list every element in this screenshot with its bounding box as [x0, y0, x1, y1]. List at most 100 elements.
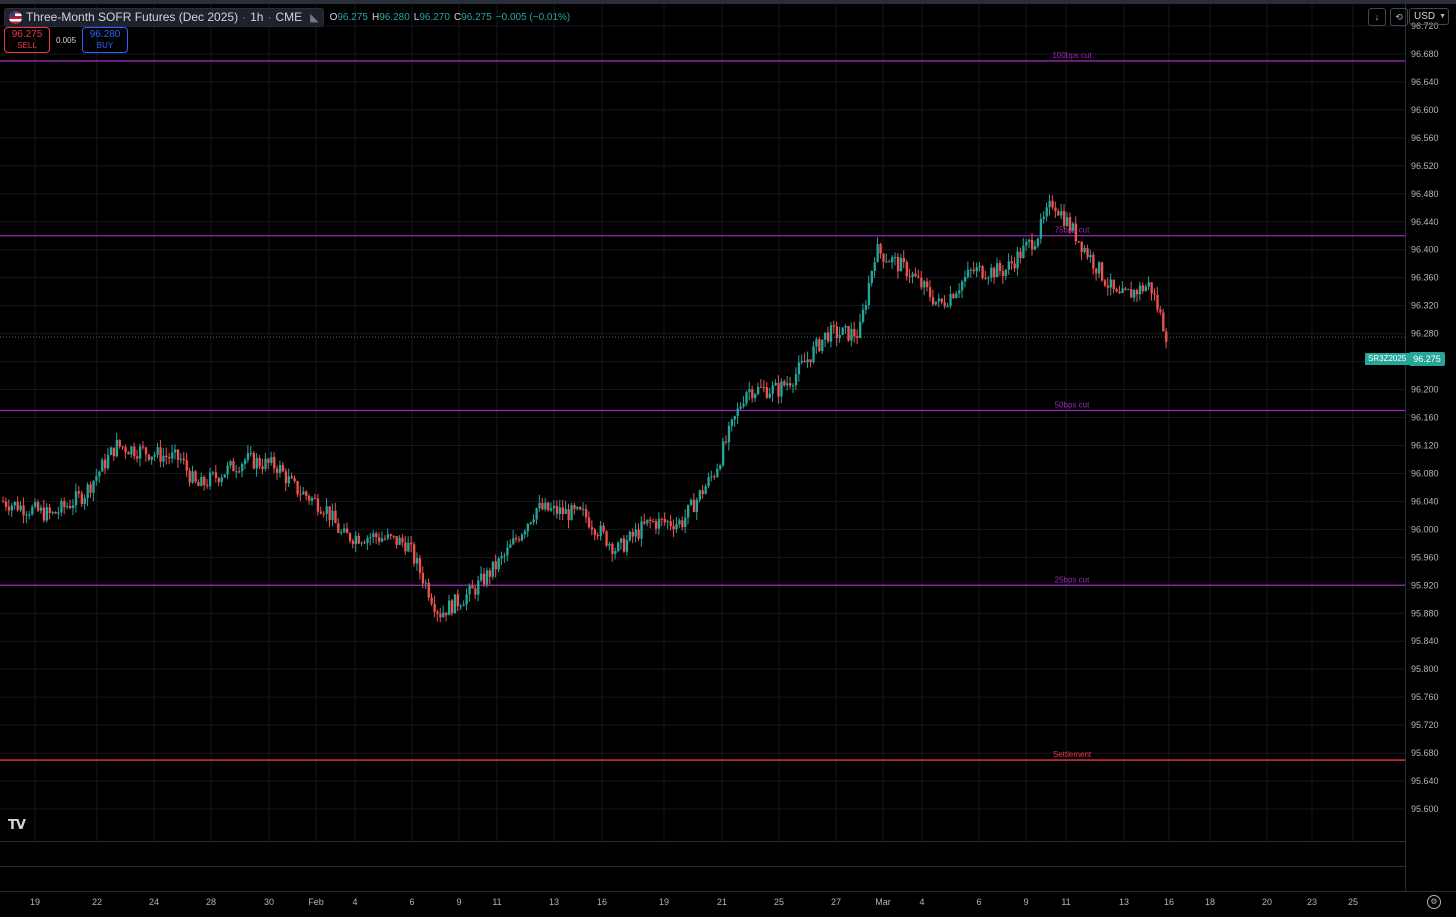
- candle-body: [421, 572, 425, 584]
- candle-body: [383, 538, 387, 540]
- candle-body: [462, 604, 465, 606]
- us-flag-icon: [9, 10, 22, 24]
- candle-body: [975, 267, 978, 272]
- candle-body: [168, 457, 171, 459]
- candle-body: [582, 509, 585, 511]
- candle-body: [1156, 295, 1159, 310]
- candle-body: [748, 389, 751, 393]
- sell-button[interactable]: 96.275 SELL: [4, 27, 50, 53]
- candle-body: [395, 535, 398, 545]
- time-tick-label: 16: [1164, 897, 1174, 907]
- candle-body: [619, 538, 623, 543]
- candle-body: [357, 535, 360, 544]
- candle-body: [366, 537, 369, 544]
- candle-body: [389, 534, 393, 536]
- currency-select[interactable]: USD ▼: [1409, 8, 1449, 25]
- candle-body: [809, 359, 812, 363]
- candle-body: [1130, 289, 1133, 298]
- time-tick-label: 16: [597, 897, 607, 907]
- price-tick-label: 96.600: [1411, 105, 1439, 115]
- candle-body: [859, 321, 862, 338]
- price-axis-labels: 96.72096.68096.64096.60096.56096.52096.4…: [1411, 21, 1439, 814]
- price-tick-label: 96.360: [1411, 273, 1439, 283]
- gear-icon[interactable]: ⚙: [1427, 895, 1441, 909]
- candle-body: [16, 502, 19, 511]
- candle-body: [112, 447, 116, 457]
- candle-body: [211, 472, 215, 474]
- candle-body: [144, 447, 148, 455]
- time-axis[interactable]: 19 22 24 28 30 Feb 4 6 9 11 13 16 19 21 25 27 Mar 4 6 9 11 13…: [0, 891, 1456, 912]
- candle-body: [716, 468, 719, 477]
- candle-body: [678, 520, 681, 525]
- candle-body: [194, 471, 197, 482]
- candle-body: [1048, 200, 1051, 208]
- candle-body: [864, 305, 868, 310]
- arrow-down-icon[interactable]: ↓: [1368, 8, 1386, 26]
- time-tick-label: 9: [456, 897, 461, 907]
- candle-body: [83, 498, 86, 505]
- candle-body: [401, 537, 404, 543]
- time-tick-label: Feb: [308, 897, 324, 907]
- candle-body: [824, 332, 827, 340]
- candle-body: [1165, 331, 1168, 342]
- candle-body: [704, 486, 707, 495]
- candle-body: [576, 507, 579, 509]
- candle-body: [789, 383, 792, 386]
- candle-body: [98, 471, 101, 477]
- candle-body: [141, 446, 145, 448]
- refresh-icon[interactable]: ⟲: [1390, 8, 1408, 26]
- candlestick-chart[interactable]: 100bps cut75bps cut50bps cut25bps cutSet…: [0, 4, 1405, 841]
- candle-body: [946, 305, 949, 307]
- candle-body: [628, 531, 632, 541]
- candle-body: [567, 509, 570, 521]
- candle-body: [471, 585, 474, 589]
- candle-body: [803, 360, 806, 363]
- level-label: Settlement: [1053, 750, 1092, 759]
- candle-body: [719, 465, 722, 469]
- candle-body: [762, 387, 766, 389]
- candle-body: [1004, 269, 1008, 277]
- buy-button[interactable]: 96.280 BUY: [82, 27, 129, 53]
- spread-value: 0.005: [56, 35, 77, 45]
- candle-body: [605, 531, 608, 546]
- candle-body: [162, 455, 165, 462]
- candle-body: [832, 325, 836, 327]
- candle-body: [1016, 251, 1019, 269]
- candle-body: [372, 533, 375, 538]
- candle-body: [517, 539, 521, 541]
- candle-body: [345, 528, 349, 534]
- candle-body: [1144, 286, 1147, 292]
- candle-body: [654, 521, 658, 529]
- symbol-info[interactable]: Three-Month SOFR Futures (Dec 2025) · 1h…: [4, 7, 324, 27]
- candle-body: [206, 485, 209, 487]
- candle-body: [829, 325, 833, 342]
- level-label: 100bps cut: [1052, 51, 1092, 60]
- price-tick-label: 96.440: [1411, 217, 1439, 227]
- candle-body: [756, 386, 760, 394]
- candle-body: [308, 496, 311, 501]
- candle-body: [267, 458, 270, 463]
- candle-body: [541, 502, 544, 510]
- indicator-pane[interactable]: [0, 841, 1405, 892]
- candle-body: [923, 281, 926, 288]
- candle-body: [786, 383, 789, 386]
- candle-body: [853, 328, 856, 337]
- chart-controls: ↓ ⟲: [1368, 8, 1408, 26]
- candle-body: [920, 277, 923, 288]
- price-tick-label: 95.920: [1411, 580, 1439, 590]
- price-axis[interactable]: 96.720 96.680 96.640 96.600 96.560 96.520 96.4…: [1405, 4, 1456, 891]
- candle-body: [969, 269, 973, 271]
- candle-body: [908, 276, 911, 278]
- candle-body: [751, 389, 754, 399]
- time-tick-label: 11: [492, 897, 501, 907]
- candle-body: [375, 533, 378, 538]
- tradingview-logo-icon[interactable]: TV: [8, 818, 26, 833]
- candle-body: [51, 511, 54, 514]
- price-tick-label: 96.040: [1411, 496, 1439, 506]
- flag-marker-icon[interactable]: ◣: [310, 11, 318, 24]
- candle-body: [95, 476, 98, 481]
- candle-body: [1100, 262, 1104, 281]
- candle-body: [1042, 216, 1045, 219]
- chart-pane[interactable]: 100bps cut 75bps cut 50bps cut 25bps cut Set…: [0, 4, 1405, 841]
- candle-body: [179, 458, 183, 460]
